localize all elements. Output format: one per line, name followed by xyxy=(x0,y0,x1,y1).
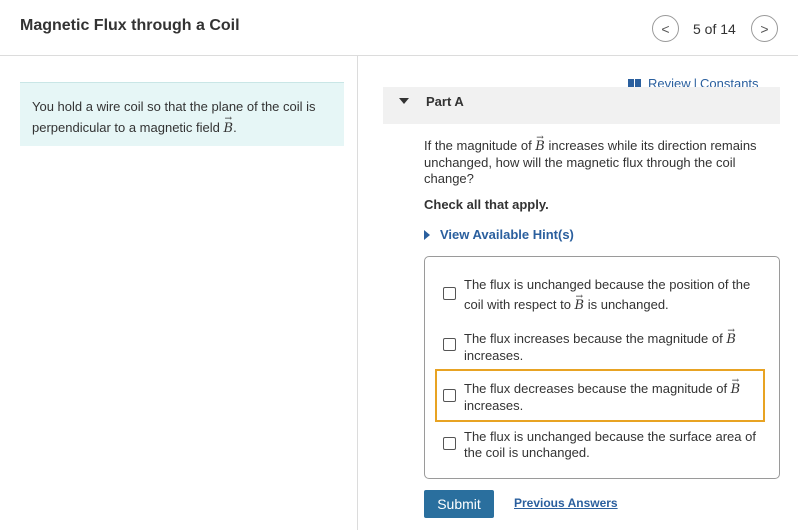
vector-b-symbol: B xyxy=(224,109,234,139)
caret-right-icon xyxy=(424,229,430,240)
submit-button[interactable]: Submit xyxy=(424,490,494,518)
hint-label: View Available Hint(s) xyxy=(440,227,574,242)
option-text-end: increases. xyxy=(464,398,524,413)
instruction-text: Check all that apply. xyxy=(424,197,549,212)
answer-checkbox[interactable] xyxy=(443,287,456,300)
intro-text-end: . xyxy=(233,120,237,135)
previous-item-button[interactable]: < xyxy=(652,15,679,42)
caret-down-icon xyxy=(399,98,409,104)
vector-b-symbol: B xyxy=(731,373,741,398)
next-item-button[interactable]: > xyxy=(751,15,778,42)
part-label: Part A xyxy=(426,94,464,109)
item-counter: 5 of 14 xyxy=(693,21,736,37)
question-text: If the magnitude of B increases while it… xyxy=(424,130,774,187)
answer-option[interactable]: The flux is unchanged because the surfac… xyxy=(435,425,765,465)
chevron-right-icon: > xyxy=(760,20,769,37)
chevron-left-icon: < xyxy=(661,20,670,37)
answer-checkbox[interactable] xyxy=(443,338,456,351)
option-text: The flux is unchanged because the positi… xyxy=(464,275,764,316)
option-text-start: The flux increases because the magnitude… xyxy=(464,331,727,346)
option-text: The flux decreases because the magnitude… xyxy=(464,373,764,414)
part-a-header[interactable]: Part A xyxy=(383,87,780,124)
question-text-start: If the magnitude of xyxy=(424,138,536,153)
option-text-start: The flux decreases because the magnitude… xyxy=(464,381,731,396)
answer-option-selected[interactable]: The flux decreases because the magnitude… xyxy=(435,369,765,422)
answer-checkbox[interactable] xyxy=(443,437,456,450)
answer-option[interactable]: The flux increases because the magnitude… xyxy=(435,323,765,367)
option-text: The flux increases because the magnitude… xyxy=(464,323,764,364)
vector-b-symbol: B xyxy=(535,130,545,155)
answer-options: The flux is unchanged because the positi… xyxy=(424,256,780,479)
answer-checkbox[interactable] xyxy=(443,389,456,402)
option-text: The flux is unchanged because the surfac… xyxy=(464,429,756,460)
intro-text: You hold a wire coil so that the plane o… xyxy=(32,99,316,135)
answer-option[interactable]: The flux is unchanged because the positi… xyxy=(435,271,765,315)
column-divider xyxy=(357,56,358,530)
vector-b-symbol: B xyxy=(575,287,585,316)
header: Magnetic Flux through a Coil < 5 of 14 > xyxy=(0,0,798,56)
option-text-end: increases. xyxy=(464,348,524,363)
problem-intro: You hold a wire coil so that the plane o… xyxy=(20,82,344,146)
page-title: Magnetic Flux through a Coil xyxy=(20,17,240,34)
option-text-end: is unchanged. xyxy=(584,297,669,312)
previous-answers-link[interactable]: Previous Answers xyxy=(514,496,618,510)
view-hints-toggle[interactable]: View Available Hint(s) xyxy=(424,227,574,242)
vector-b-symbol: B xyxy=(726,323,736,348)
